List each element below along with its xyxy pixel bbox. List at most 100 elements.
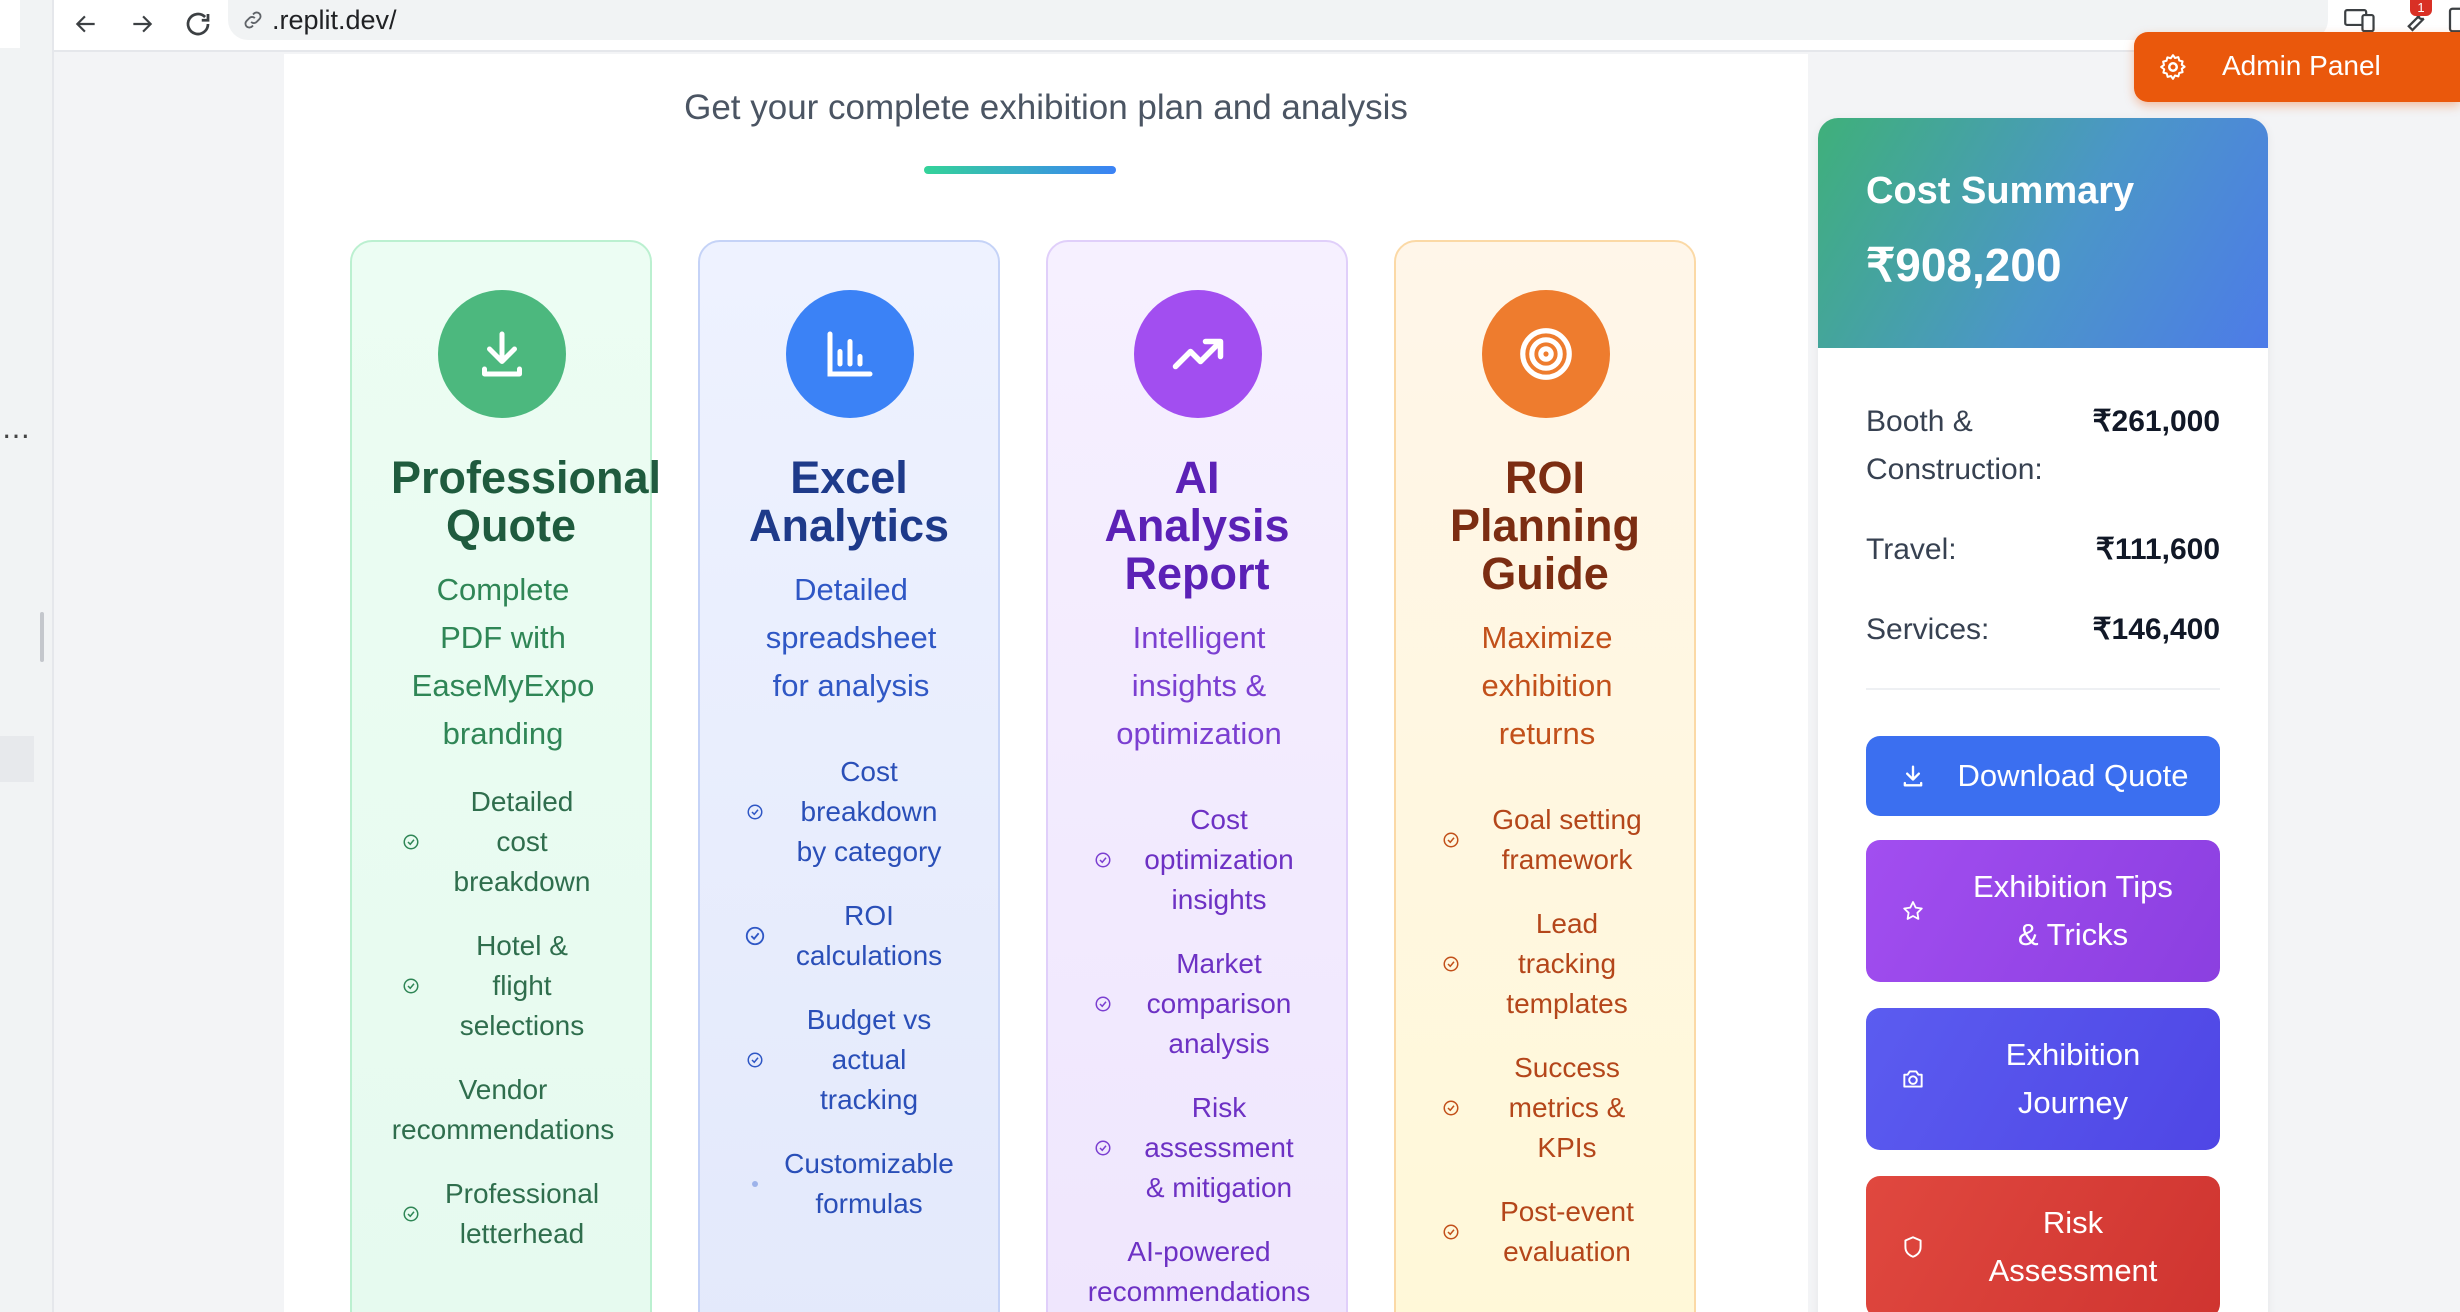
feature-line: tracking — [1517, 948, 1617, 979]
feature-line: recommendations — [1087, 1276, 1311, 1307]
feature-item: Hotel & flight selections — [400, 926, 640, 1046]
panel-icon — [2448, 7, 2460, 33]
card-title: AI Analysis Report — [1048, 454, 1346, 598]
check-circle-icon — [744, 801, 766, 823]
cost-label-services: Services: — [1866, 606, 2086, 654]
feature-line: evaluation — [1503, 1236, 1631, 1267]
card-title-line: ROI — [1504, 452, 1585, 503]
feature-line: & mitigation — [1145, 1172, 1293, 1203]
feature-line: Vendor — [458, 1074, 548, 1105]
camera-icon — [1898, 1064, 1928, 1094]
feature-line: AI-powered — [1127, 1236, 1271, 1267]
button-label: Exhibition Tips & Tricks — [1942, 863, 2204, 959]
trending-up-icon — [1134, 290, 1262, 418]
card-desc-line: for analysis — [772, 668, 930, 703]
cost-summary-header: Cost Summary ₹908,200 — [1818, 118, 2268, 348]
feature-item: Risk assessment & mitigation — [1092, 1088, 1340, 1208]
feature-text: Lead tracking templates — [1462, 904, 1672, 1024]
card-title: ROI Planning Guide — [1396, 454, 1694, 598]
browser-toolbar: .replit.dev/ 1 — [0, 0, 2460, 52]
feature-item: Success metrics & KPIs — [1440, 1048, 1688, 1168]
card-description: Complete PDF with EaseMyExpo branding — [372, 566, 634, 758]
card-title-line: Guide — [1481, 548, 1609, 599]
feature-item: Goal setting framework — [1440, 800, 1688, 880]
cost-label-line: Services: — [1866, 613, 1990, 646]
feature-line: insights — [1171, 884, 1267, 915]
feature-line: tracking — [819, 1084, 919, 1115]
feature-item: Detailed cost breakdown — [400, 782, 640, 902]
shield-icon — [1898, 1232, 1928, 1262]
forward-button[interactable] — [122, 4, 162, 44]
feature-line: templates — [1506, 988, 1628, 1019]
reload-button[interactable] — [178, 4, 218, 44]
sidebar-tab[interactable] — [0, 736, 34, 782]
card-excel-analytics: Excel Analytics Detailed spreadsheet for… — [698, 240, 1000, 1312]
feature-text: Detailed cost breakdown — [422, 782, 622, 902]
feature-text: Goal setting framework — [1462, 800, 1672, 880]
feature-line: actual — [831, 1044, 907, 1075]
button-label-line: Risk — [2042, 1205, 2104, 1240]
feature-item: Post-event evaluation — [1440, 1192, 1688, 1272]
feature-text: Post-event evaluation — [1462, 1192, 1672, 1272]
feature-line: Goal setting — [1492, 804, 1642, 835]
feature-line: selections — [459, 1010, 585, 1041]
feature-line: formulas — [815, 1188, 923, 1219]
deliverables-panel: Get your complete exhibition plan and an… — [284, 54, 1808, 1312]
check-circle-icon — [1092, 993, 1114, 1015]
divider — [1866, 688, 2220, 690]
check-circle-icon — [744, 925, 766, 947]
feature-line: Customizable — [784, 1148, 954, 1179]
feature-line: Cost — [840, 756, 898, 787]
feature-item: Customizable formulas — [744, 1144, 988, 1224]
cost-value-services: ₹146,400 — [2092, 613, 2220, 646]
card-desc-line: insights & — [1131, 668, 1267, 703]
feature-line: breakdown — [800, 796, 938, 827]
button-label-line: Exhibition Tips — [1973, 869, 2173, 904]
card-title-line: AI — [1174, 452, 1220, 503]
exhibition-tips-button[interactable]: Exhibition Tips & Tricks — [1866, 840, 2220, 982]
admin-panel-label: Admin Panel — [2222, 50, 2381, 81]
check-circle-icon — [400, 831, 422, 853]
feature-text: Budget vs actual tracking — [766, 1000, 972, 1120]
exhibition-journey-button[interactable]: Exhibition Journey — [1866, 1008, 2220, 1150]
card-title-line: Analysis — [1104, 500, 1290, 551]
card-desc-line: Detailed — [794, 572, 908, 607]
feature-item: Lead tracking templates — [1440, 904, 1688, 1024]
check-circle-icon — [744, 1049, 766, 1071]
feature-item: Vendor recommendations — [372, 1070, 634, 1150]
feature-line: assessment — [1144, 1132, 1294, 1163]
cost-summary-card: Cost Summary ₹908,200 Booth & Constructi… — [1818, 118, 2268, 1312]
button-label-line: Download Quote — [1957, 758, 2189, 793]
feature-line: Market — [1176, 948, 1262, 979]
feature-text: Professional letterhead — [422, 1174, 622, 1254]
feature-line: Risk — [1191, 1092, 1247, 1123]
download-quote-button[interactable]: Download Quote — [1866, 736, 2220, 816]
feature-item: Professional letterhead — [400, 1174, 640, 1254]
feature-text: Risk assessment & mitigation — [1114, 1088, 1324, 1208]
feature-item: Market comparison analysis — [1092, 944, 1340, 1064]
bar-chart-icon — [786, 290, 914, 418]
page-content: Get your complete exhibition plan and an… — [54, 54, 2460, 1312]
feature-text: ROI calculations — [766, 896, 972, 976]
target-icon — [1482, 290, 1610, 418]
button-label: Exhibition Journey — [1942, 1031, 2204, 1127]
feature-text: Hotel & flight selections — [422, 926, 622, 1046]
card-desc-line: PDF with — [440, 620, 566, 655]
card-desc-line: exhibition — [1481, 668, 1613, 703]
feature-text: Customizable formulas — [766, 1144, 972, 1224]
resize-handle[interactable] — [40, 612, 44, 662]
admin-panel-button[interactable]: Admin Panel — [2134, 32, 2460, 102]
address-bar[interactable]: .replit.dev/ — [228, 0, 2328, 40]
section-subtitle: Get your complete exhibition plan and an… — [684, 88, 1408, 127]
feature-line: Hotel & — [476, 930, 568, 961]
risk-assessment-button[interactable]: Risk Assessment — [1866, 1176, 2220, 1312]
back-button[interactable] — [66, 4, 106, 44]
card-desc-line: Intelligent — [1132, 620, 1266, 655]
check-circle-icon — [1440, 1221, 1462, 1243]
card-desc-line: Complete — [436, 572, 570, 607]
more-icon[interactable]: … — [2, 412, 30, 445]
devices-icon — [2344, 9, 2375, 33]
feature-line: letterhead — [459, 1218, 585, 1249]
cost-value-booth: ₹261,000 — [2092, 405, 2220, 438]
url-text: .replit.dev/ — [272, 4, 397, 35]
